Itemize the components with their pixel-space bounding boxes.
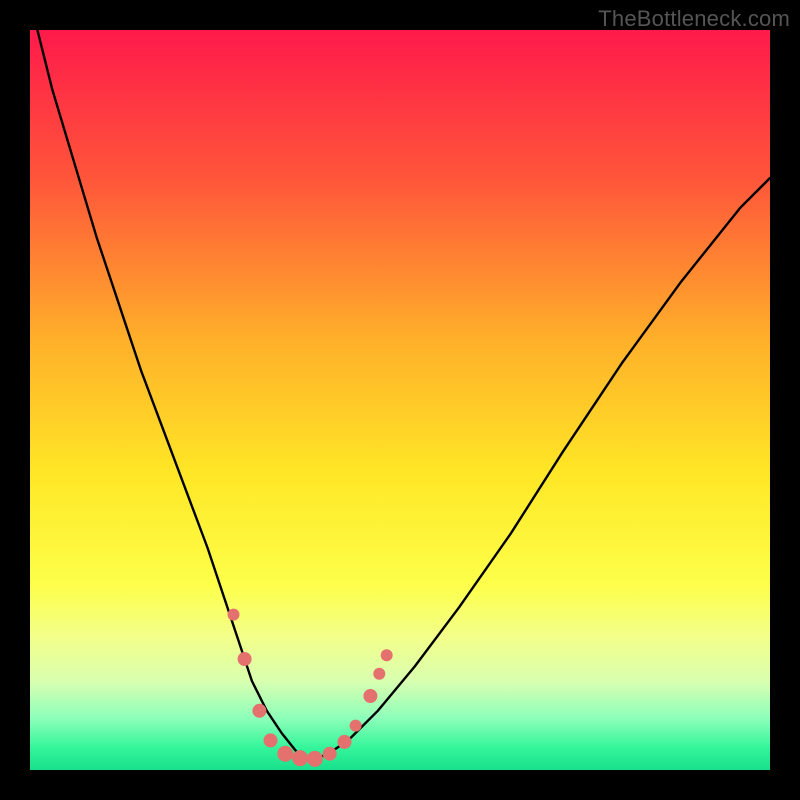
marker-dot (252, 704, 266, 718)
marker-dot (228, 609, 240, 621)
marker-dot (373, 668, 385, 680)
gradient-background (30, 30, 770, 770)
marker-dot (350, 720, 362, 732)
marker-dot (307, 751, 323, 767)
marker-dot (323, 747, 337, 761)
chart-frame: TheBottleneck.com (0, 0, 800, 800)
marker-dot (363, 689, 377, 703)
marker-dot (292, 750, 308, 766)
marker-dot (338, 735, 352, 749)
watermark-text: TheBottleneck.com (598, 6, 790, 32)
marker-dot (238, 652, 252, 666)
plot-area (30, 30, 770, 770)
marker-dot (264, 733, 278, 747)
marker-dot (277, 746, 293, 762)
chart-svg (30, 30, 770, 770)
marker-dot (381, 649, 393, 661)
